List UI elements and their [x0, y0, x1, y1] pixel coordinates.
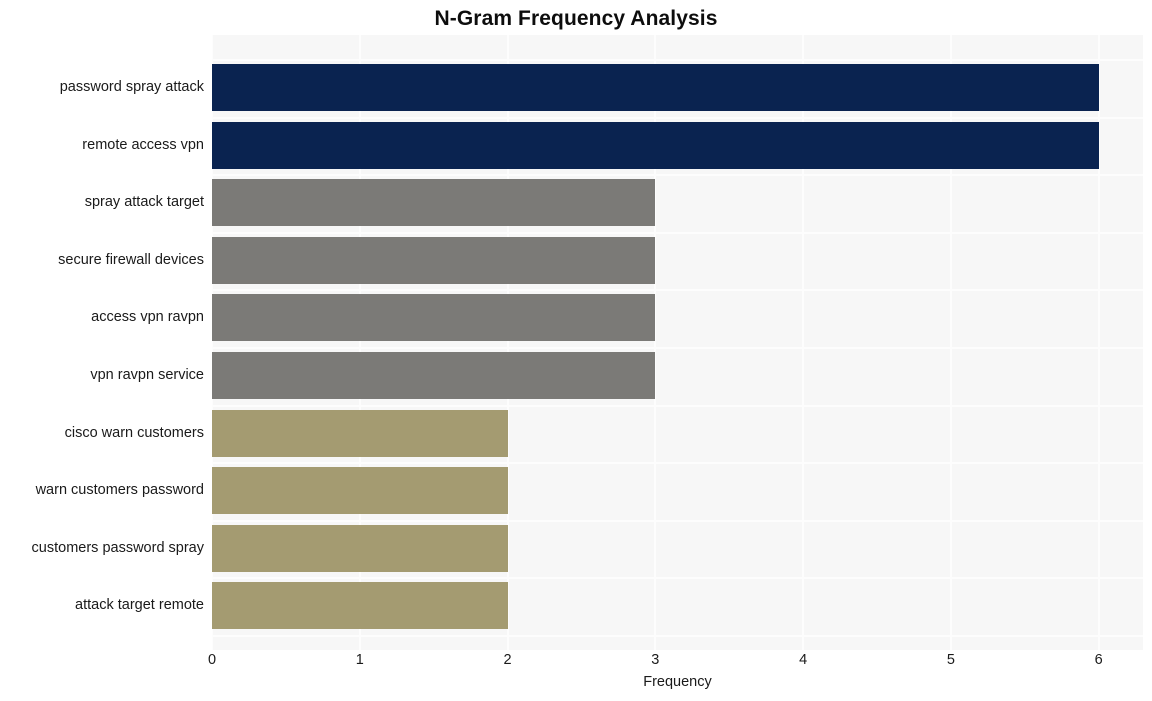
y-axis-tick-label: attack target remote — [75, 597, 204, 614]
bar — [212, 582, 508, 630]
x-axis-tick-label: 0 — [207, 652, 217, 668]
x-axis-tick-label: 5 — [946, 652, 955, 668]
y-axis-tick-label: secure firewall devices — [58, 251, 204, 268]
y-axis-tick-label: remote access vpn — [82, 136, 204, 153]
y-axis-tick-label: customers password spray — [31, 539, 204, 556]
x-axis-tick-labels: 0 1 2 3 4 5 6 — [208, 652, 1143, 674]
x-axis-tick-label: 1 — [355, 652, 364, 668]
bar — [212, 524, 508, 572]
x-axis-tick-label: 2 — [503, 652, 512, 668]
bar — [212, 179, 656, 227]
x-axis-title: Frequency — [643, 674, 712, 690]
x-axis-tick-label: 6 — [1094, 652, 1103, 668]
y-axis-tick-label: vpn ravpn service — [90, 367, 204, 383]
ngram-frequency-bar-chart: N-Gram Frequency Analysis password spray… — [0, 0, 1152, 701]
gridline-horizontal-4 — [212, 289, 1143, 292]
plot-area — [212, 35, 1143, 650]
x-axis-tick-label: 3 — [651, 652, 660, 668]
gridline-horizontal-6 — [212, 404, 1143, 407]
y-axis-tick-label: warn customers password — [35, 482, 204, 499]
x-axis-tick-label: 4 — [799, 652, 808, 668]
gridline-horizontal-2 — [212, 174, 1143, 177]
bar — [212, 294, 656, 342]
bar — [212, 467, 508, 515]
gridline-horizontal-9 — [212, 577, 1143, 580]
y-axis-tick-label: spray attack target — [84, 194, 204, 211]
y-axis-tick-label: cisco warn customers — [64, 424, 204, 441]
y-axis-tick-label: password spray attack — [59, 79, 204, 95]
gridline-horizontal-7 — [212, 462, 1143, 465]
y-axis-tick-label: access vpn ravpn — [91, 309, 204, 326]
y-axis-tick-labels: password spray attack remote access vpn sp… — [0, 35, 204, 650]
bar — [212, 64, 1099, 111]
gridline-horizontal-3 — [212, 231, 1143, 234]
gridline-horizontal-5 — [212, 347, 1143, 349]
gridline-horizontal-0 — [212, 59, 1143, 61]
chart-title: N-Gram Frequency Analysis — [434, 7, 718, 30]
gridline-horizontal-8 — [212, 519, 1143, 522]
bar — [212, 352, 656, 399]
bar — [212, 121, 1099, 169]
bar — [212, 409, 508, 457]
gridline-horizontal-1 — [212, 116, 1143, 119]
gridline-horizontal-10 — [212, 635, 1143, 637]
bar — [212, 236, 656, 284]
